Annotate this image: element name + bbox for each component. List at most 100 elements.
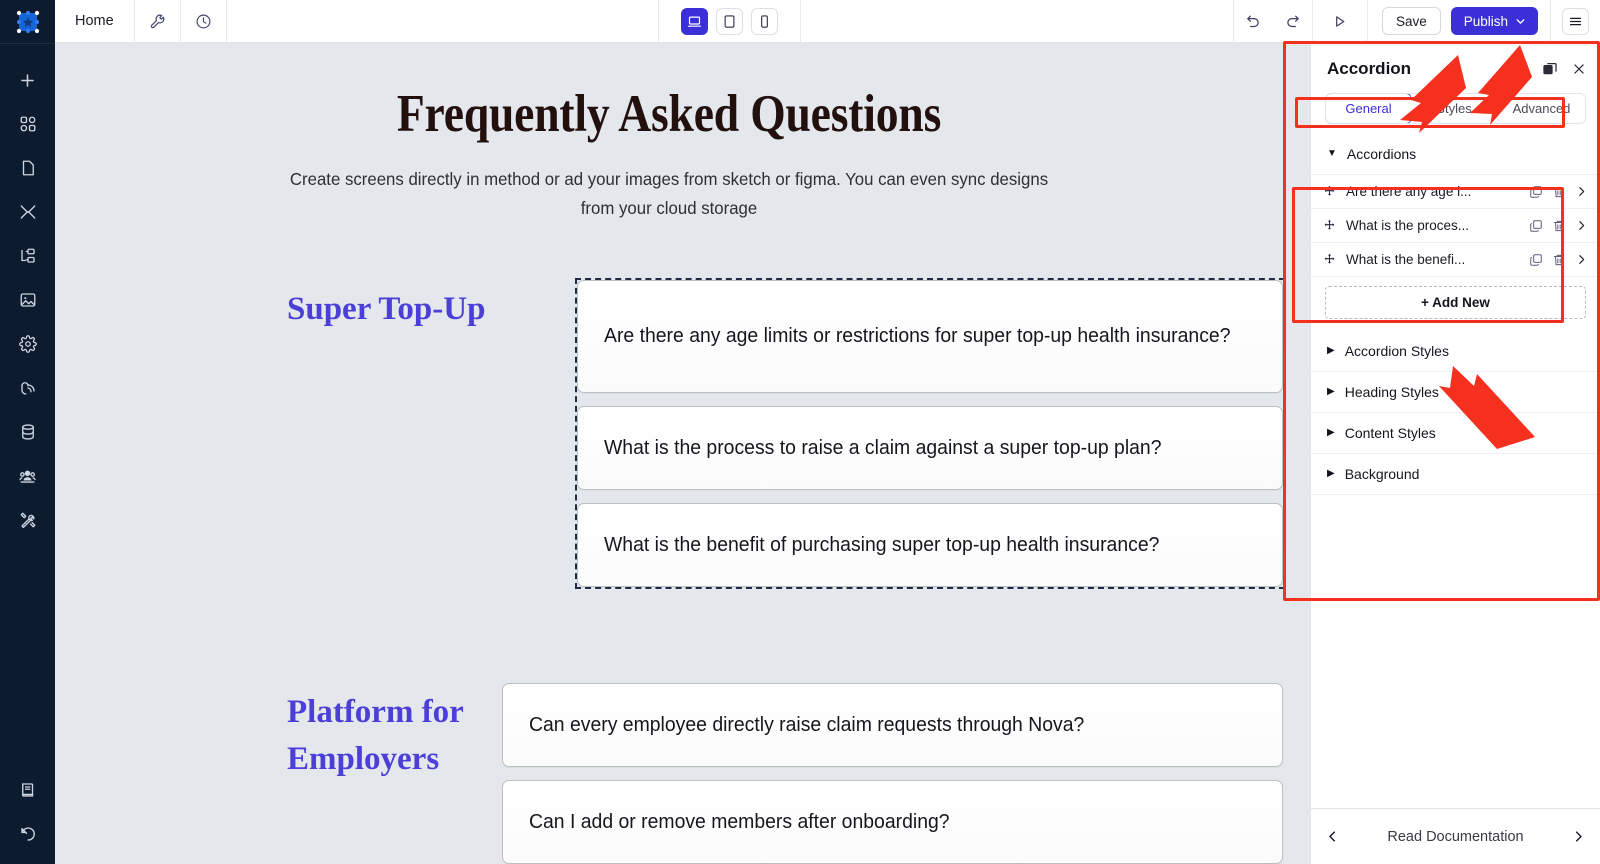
tab-advanced[interactable]: Advanced <box>1498 94 1585 123</box>
duplicate-glyph <box>1530 253 1542 266</box>
desktop-icon <box>688 16 702 27</box>
caret-right-icon: ▶ <box>1327 468 1335 479</box>
chevron-right-icon[interactable] <box>1575 219 1588 232</box>
sidebar-item-users[interactable] <box>0 454 55 498</box>
undo-button[interactable] <box>1234 0 1273 42</box>
chevron-right-glyph <box>1579 255 1585 264</box>
duplicate-glyph <box>1530 185 1542 198</box>
panel-tabs: General Styles Advanced <box>1325 93 1586 124</box>
add-new-button[interactable]: + Add New <box>1325 286 1586 319</box>
sidebar-item-layers[interactable] <box>0 234 55 278</box>
save-button[interactable]: Save <box>1381 7 1441 35</box>
viewport-mobile-button[interactable] <box>751 7 779 35</box>
trash-icon[interactable] <box>1552 253 1566 267</box>
faq-category-title: Platform for Employers <box>287 693 464 777</box>
chevron-right-icon[interactable] <box>1575 185 1588 198</box>
sidebar-item-tools[interactable] <box>0 498 55 542</box>
redo-button[interactable] <box>1273 0 1312 42</box>
undo-redo-group <box>1232 0 1312 42</box>
viewport-desktop-button[interactable] <box>681 7 709 35</box>
viewport-tablet-button[interactable] <box>716 7 744 35</box>
accordion-widget-selected[interactable]: Are there any age limits or restrictions… <box>575 277 1285 589</box>
duplicate-icon[interactable] <box>1529 219 1543 233</box>
accordion-list-item[interactable]: Are there any age l... <box>1311 175 1600 209</box>
page-icon <box>22 160 34 176</box>
trash-icon[interactable] <box>1552 219 1566 233</box>
section-accordions-header[interactable]: ▼ Accordions <box>1311 134 1600 175</box>
gear-icon <box>18 335 37 353</box>
toolbar-settings-button[interactable] <box>135 0 181 42</box>
preview-button[interactable] <box>1311 0 1368 42</box>
panel-close-button[interactable] <box>1572 62 1586 76</box>
panel-style-sections: ▶ Accordion Styles ▶ Heading Styles ▶ Co… <box>1311 331 1600 495</box>
rss-icon <box>20 382 35 395</box>
toolbar-history-button[interactable] <box>181 0 227 42</box>
accordion-question: Are there any age limits or restrictions… <box>604 325 1231 348</box>
history-revert-icon <box>20 827 35 841</box>
shuffle-icon <box>20 205 35 219</box>
page-content: Frequently Asked Questions Create screen… <box>55 43 1285 864</box>
sidebar-item-media[interactable] <box>0 278 55 322</box>
section-background[interactable]: ▶ Background <box>1311 454 1600 495</box>
toolbar-actions-group: Save Publish <box>1232 0 1600 42</box>
chevron-right-glyph <box>1579 221 1585 230</box>
accordion-question: What is the benefit of purchasing super … <box>604 533 1160 556</box>
chevron-right-icon[interactable] <box>1575 253 1588 266</box>
drag-move-glyph <box>1324 219 1335 230</box>
grid-dots-logo-icon <box>16 10 39 33</box>
sidebar-item-docs[interactable] <box>0 768 55 812</box>
accordion-item[interactable]: Can every employee directly raise claim … <box>502 682 1283 767</box>
drag-move-icon[interactable] <box>1323 219 1336 232</box>
read-documentation-link[interactable]: Read Documentation <box>1340 829 1571 845</box>
sidebar-item-add[interactable] <box>0 58 55 102</box>
faq-section: Super Top-Up Are there any age limits or… <box>55 277 1285 589</box>
hamburger-menu-button[interactable] <box>1562 7 1589 35</box>
caret-right-icon: ▶ <box>1327 386 1335 397</box>
main-menu-cell <box>1550 0 1600 42</box>
tab-styles[interactable]: Styles <box>1411 94 1498 123</box>
footer-prev-button[interactable] <box>1325 829 1340 844</box>
drag-move-icon[interactable] <box>1323 253 1336 266</box>
sidebar-bottom-group <box>0 768 55 856</box>
accordion-list-item-label: Are there any age l... <box>1346 184 1472 199</box>
trash-icon[interactable] <box>1552 185 1566 199</box>
breadcrumb-home[interactable]: Home <box>55 0 135 42</box>
duplicate-icon[interactable] <box>1529 253 1543 267</box>
trash-glyph <box>1553 186 1565 197</box>
clock-icon <box>196 14 211 28</box>
accordion-item[interactable]: What is the process to raise a claim aga… <box>577 405 1283 490</box>
sidebar-item-history[interactable] <box>0 812 55 856</box>
sidebar-item-design[interactable] <box>0 190 55 234</box>
tools-icon <box>20 512 35 529</box>
accordion-item[interactable]: What is the benefit of purchasing super … <box>577 502 1283 587</box>
sidebar-item-database[interactable] <box>0 410 55 454</box>
chevron-down-icon <box>1516 18 1525 24</box>
publish-button[interactable]: Publish <box>1450 7 1538 35</box>
section-accordion-styles[interactable]: ▶ Accordion Styles <box>1311 331 1600 372</box>
plus-icon <box>21 73 34 87</box>
image-icon <box>20 293 35 307</box>
drag-move-icon[interactable] <box>1323 185 1336 198</box>
sidebar-item-settings[interactable] <box>0 322 55 366</box>
accordion-list-item[interactable]: What is the benefi... <box>1311 243 1600 277</box>
drag-move-glyph <box>1324 253 1335 264</box>
accordion-item[interactable]: Are there any age limits or restrictions… <box>577 279 1283 393</box>
sidebar-item-pages[interactable] <box>0 146 55 190</box>
tab-general[interactable]: General <box>1326 94 1412 123</box>
section-content-styles[interactable]: ▶ Content Styles <box>1311 413 1600 454</box>
duplicate-icon[interactable] <box>1529 185 1543 199</box>
panel-duplicate-button[interactable] <box>1542 61 1558 77</box>
footer-next-button[interactable] <box>1571 829 1586 844</box>
accordion-list-item[interactable]: What is the proces... <box>1311 209 1600 243</box>
drag-move-glyph <box>1324 185 1335 196</box>
section-accordions-label: Accordions <box>1346 146 1417 162</box>
panel-footer: Read Documentation <box>1311 808 1600 864</box>
section-heading-styles[interactable]: ▶ Heading Styles <box>1311 372 1600 413</box>
accordion-item[interactable]: Can I add or remove members after onboar… <box>502 779 1283 864</box>
accordion-widget[interactable]: Can every employee directly raise claim … <box>502 682 1283 864</box>
sidebar-item-components[interactable] <box>0 102 55 146</box>
app-logo[interactable] <box>0 0 55 44</box>
panel-title: Accordion <box>1327 59 1412 78</box>
sidebar-item-integrations[interactable] <box>0 366 55 410</box>
redo-icon <box>1287 15 1299 27</box>
